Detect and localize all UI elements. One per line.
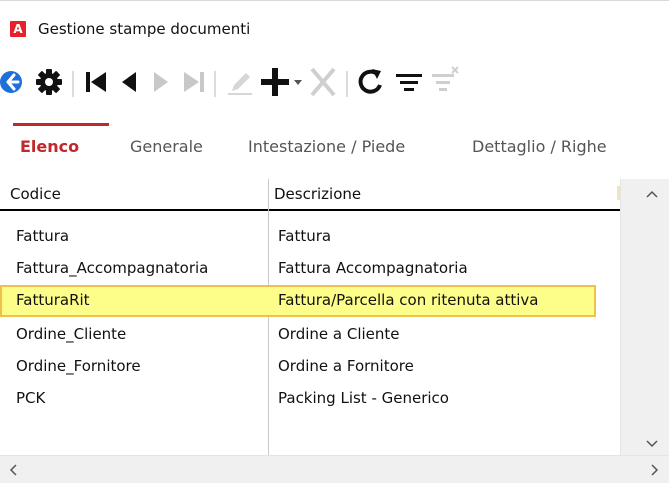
tab-generale[interactable]: Generale: [130, 137, 203, 156]
skip-first-icon: [86, 72, 106, 92]
toolbar-separator: [346, 71, 348, 97]
cell-descrizione: Fattura/Parcella con ritenuta attiva: [278, 291, 539, 309]
cell-codice: Ordine_Fornitore: [16, 357, 141, 375]
tab-elenco[interactable]: Elenco: [20, 137, 79, 156]
edit-button[interactable]: [222, 63, 256, 101]
first-record-button[interactable]: [80, 63, 112, 101]
chevron-down-icon[interactable]: [646, 439, 658, 449]
refresh-button[interactable]: [354, 63, 388, 101]
pencil-icon: [228, 73, 252, 95]
caret-down-icon: [294, 80, 302, 85]
triangle-left-icon: [122, 72, 136, 92]
plus-icon: [261, 68, 289, 96]
column-header-codice[interactable]: Codice: [10, 185, 61, 203]
settings-button[interactable]: [34, 63, 64, 101]
next-record-button[interactable]: [146, 63, 176, 101]
previous-record-button[interactable]: [114, 63, 144, 101]
table-row[interactable]: Fattura_Accompagnatoria Fattura Accompag…: [8, 253, 618, 285]
column-header-descrizione[interactable]: Descrizione: [274, 185, 361, 203]
tab-intestazione-piede[interactable]: Intestazione / Piede: [248, 137, 405, 156]
filter-clear-icon: [432, 66, 459, 91]
cell-codice: Fattura_Accompagnatoria: [16, 259, 209, 277]
table-row-selected[interactable]: FatturaRit Fattura/Parcella con ritenuta…: [0, 285, 596, 317]
table-row[interactable]: Ordine_Cliente Ordine a Cliente: [8, 319, 618, 351]
chevron-left-icon[interactable]: [8, 464, 18, 476]
window-title: Gestione stampe documenti: [38, 20, 251, 38]
cell-codice: Fattura: [16, 227, 70, 245]
active-tab-indicator: [13, 123, 109, 126]
triangle-right-icon: [154, 72, 168, 92]
table-row[interactable]: Fattura Fattura: [8, 221, 618, 253]
cell-descrizione: Packing List - Generico: [278, 389, 449, 407]
cell-descrizione: Ordine a Fornitore: [278, 357, 414, 375]
last-record-button[interactable]: [178, 63, 210, 101]
cell-codice: PCK: [16, 389, 46, 407]
cell-descrizione: Fattura: [278, 227, 332, 245]
cell-descrizione: Fattura Accompagnatoria: [278, 259, 468, 277]
cell-codice: Ordine_Cliente: [16, 325, 127, 343]
toolbar-separator: [214, 71, 216, 97]
delete-button[interactable]: [306, 63, 340, 101]
arrow-left-circle-icon: [0, 71, 22, 93]
cell-codice: FatturaRit: [16, 291, 90, 309]
cell-descrizione: Ordine a Cliente: [278, 325, 400, 343]
table-row[interactable]: PCK Packing List - Generico: [8, 383, 618, 415]
app-logo-icon: A: [10, 21, 26, 37]
new-button[interactable]: [258, 63, 292, 101]
title-bar: A Gestione stampe documenti: [0, 15, 669, 43]
refresh-icon: [358, 69, 382, 94]
documents-grid: Codice Descrizione Fattura Fattura Fattu…: [0, 179, 669, 483]
chevron-right-icon[interactable]: [650, 464, 660, 476]
x-icon: [310, 67, 336, 97]
gear-icon: [36, 69, 62, 95]
clear-filter-button[interactable]: [430, 63, 460, 101]
back-button[interactable]: [0, 63, 24, 101]
skip-last-icon: [184, 72, 204, 92]
tab-bar: Elenco Generale Intestazione / Piede Det…: [0, 137, 669, 165]
filter-lines-icon: [396, 74, 422, 91]
chevron-up-icon[interactable]: [646, 189, 658, 199]
toolbar-separator: [72, 71, 74, 97]
app-window: A Gestione stampe documenti Elenco Gener…: [0, 0, 669, 483]
new-dropdown-button[interactable]: [292, 63, 304, 101]
table-row[interactable]: Ordine_Fornitore Ordine a Fornitore: [8, 351, 618, 383]
grid-header: Codice Descrizione: [0, 179, 620, 211]
vertical-scrollbar[interactable]: [620, 179, 669, 455]
tab-dettaglio-righe[interactable]: Dettaglio / Righe: [472, 137, 607, 156]
horizontal-scrollbar[interactable]: [0, 455, 669, 483]
filter-button[interactable]: [392, 63, 426, 101]
toolbar: [0, 63, 669, 101]
